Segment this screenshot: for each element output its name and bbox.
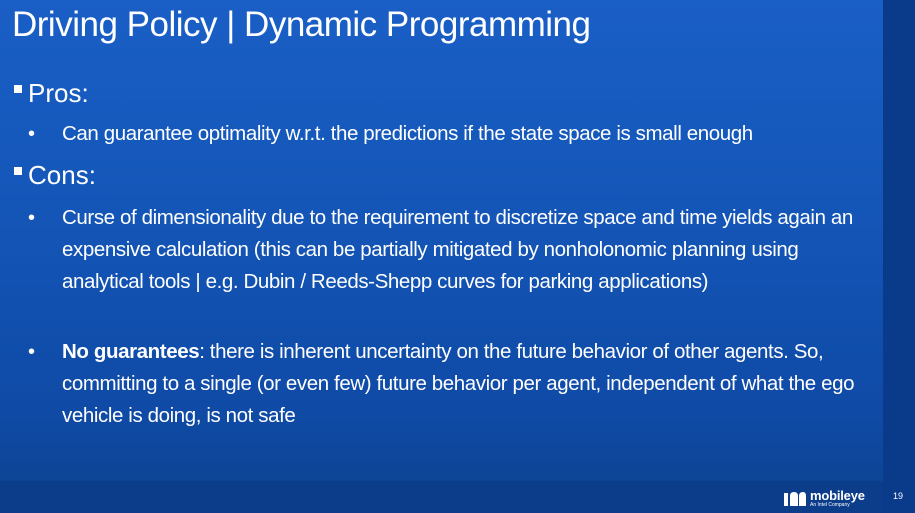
mobileye-logo-icon <box>784 492 806 506</box>
side-band <box>883 0 915 513</box>
cons-bullet-2-bold: No guarantees <box>62 340 200 363</box>
pros-bullet-1-text: Can guarantee optimality w.r.t. the pred… <box>62 122 753 145</box>
logo-subtitle: An Intel Company <box>810 501 850 508</box>
pros-label: Pros: <box>28 78 89 108</box>
bullet-dot-icon: • <box>28 123 35 145</box>
slide-title: Driving Policy | Dynamic Programming <box>12 5 591 44</box>
logo-text: mobileye An Intel Company <box>810 489 865 508</box>
bullet-dot-icon: • <box>28 341 35 363</box>
cons-bullet-1-text: Curse of dimensionality due to the requi… <box>62 206 853 293</box>
mobileye-logo: mobileye An Intel Company <box>784 488 865 508</box>
cons-heading: Cons: <box>14 160 96 190</box>
pros-bullet-1: • Can guarantee optimality w.r.t. the pr… <box>28 118 862 150</box>
page-number: 19 <box>893 491 904 501</box>
bullet-dot-icon: • <box>28 207 35 229</box>
footer-band <box>0 481 883 513</box>
square-bullet-icon <box>14 167 22 176</box>
slide: Driving Policy | Dynamic Programming Pro… <box>0 0 883 513</box>
square-bullet-icon <box>14 85 22 94</box>
pros-heading: Pros: <box>14 78 89 108</box>
cons-bullet-1: • Curse of dimensionality due to the req… <box>28 202 862 298</box>
logo-name: mobileye <box>810 487 865 503</box>
cons-bullet-2: • No guarantees: there is inherent uncer… <box>28 336 862 432</box>
cons-label: Cons: <box>28 160 96 190</box>
